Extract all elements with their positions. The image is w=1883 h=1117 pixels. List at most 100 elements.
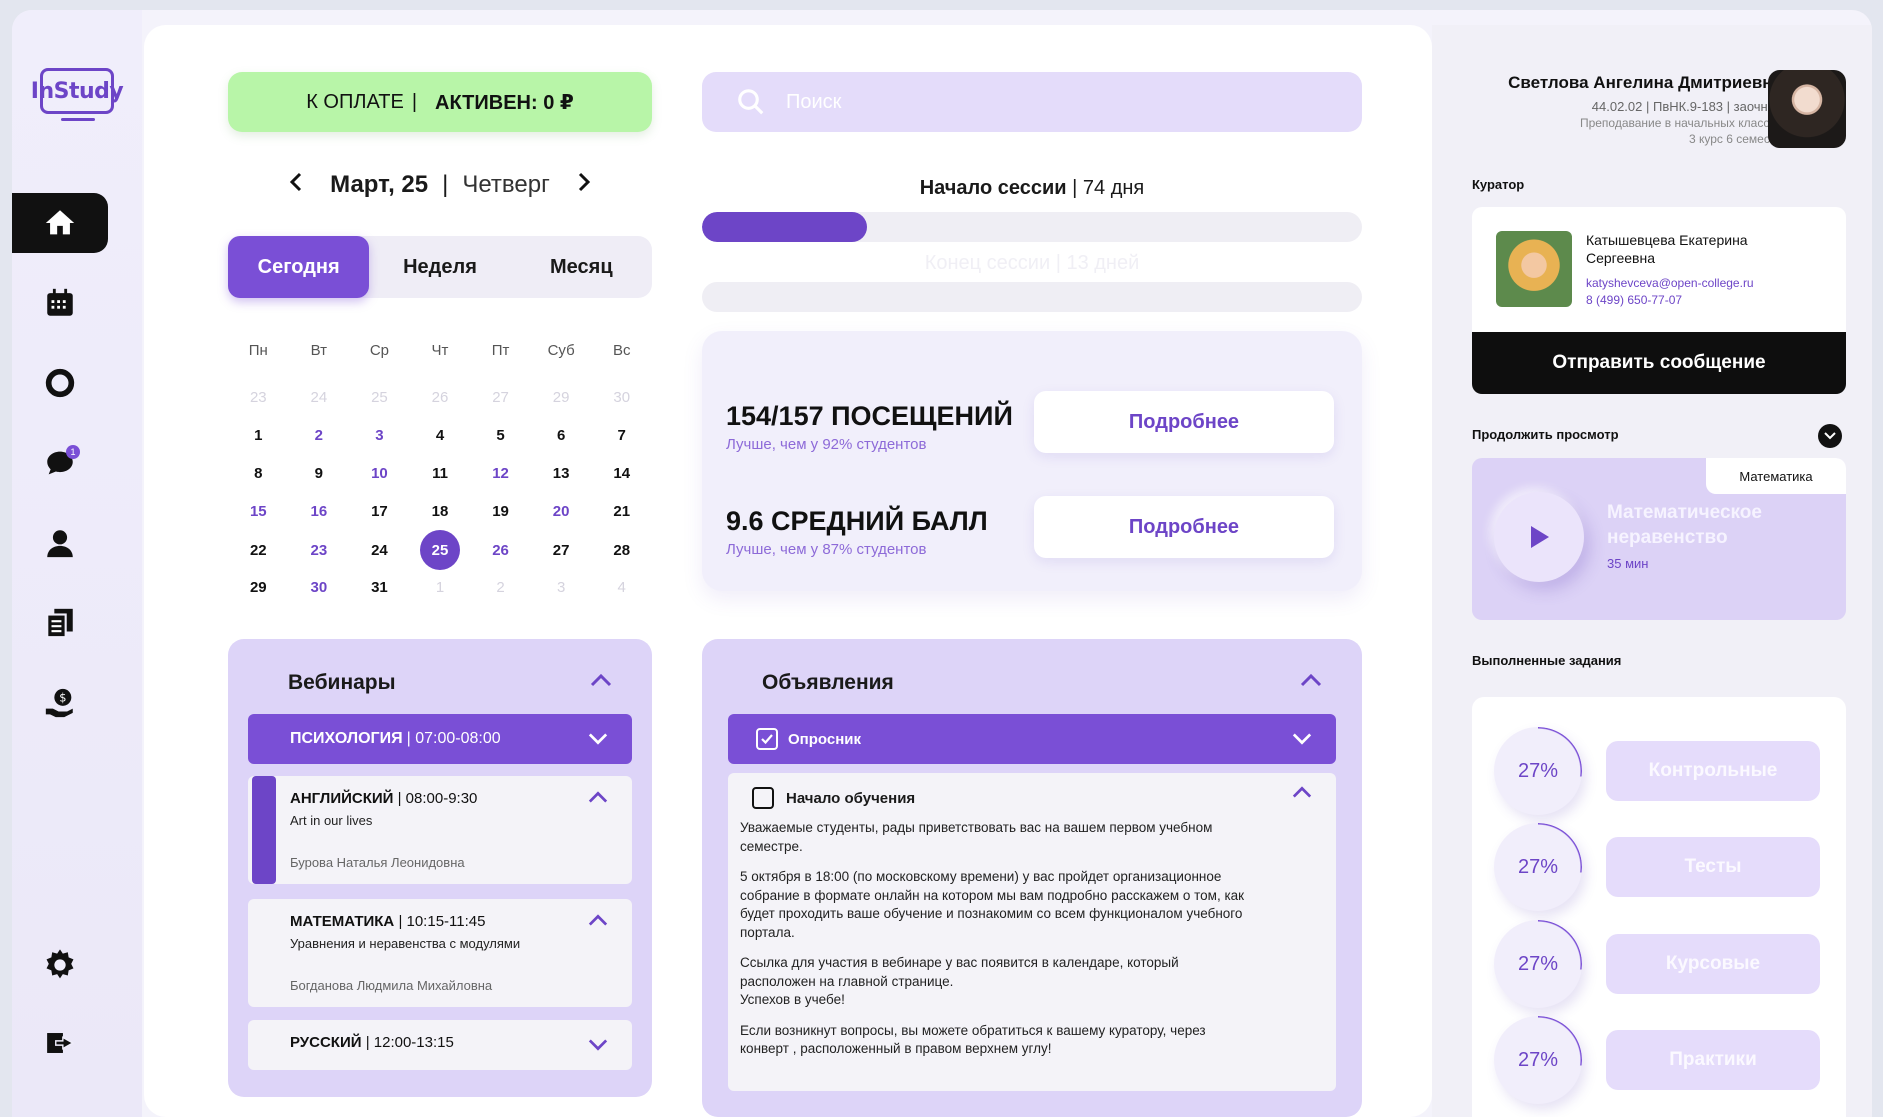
curator-email[interactable]: katyshevceva@open-college.ru bbox=[1586, 275, 1754, 292]
webinar-toggle[interactable] bbox=[588, 790, 608, 809]
next-day-button[interactable] bbox=[564, 171, 604, 199]
calendar-day[interactable]: 11 bbox=[410, 465, 471, 482]
calendar-day[interactable]: 29 bbox=[531, 389, 592, 406]
calendar-day[interactable]: 6 bbox=[531, 427, 592, 444]
calendar-day[interactable]: 2 bbox=[289, 427, 350, 444]
webinars-collapse-button[interactable] bbox=[590, 673, 612, 692]
logo[interactable]: InStudy bbox=[31, 68, 124, 121]
calendar-day[interactable]: 2 bbox=[470, 579, 531, 596]
webinar-toggle[interactable] bbox=[588, 913, 608, 932]
webinar-item-math[interactable]: МАТЕМАТИКА | 10:15-11:45 Уравнения и нер… bbox=[248, 899, 632, 1007]
stats-panel: 154/157 ПОСЕЩЕНИЙ Лучше, чем у 92% студе… bbox=[702, 331, 1362, 591]
calendar-day[interactable]: 13 bbox=[531, 465, 592, 482]
calendar-day-number: 14 bbox=[613, 464, 631, 482]
avatar[interactable] bbox=[1768, 70, 1846, 148]
search-input[interactable] bbox=[786, 90, 1286, 114]
calendar-day[interactable]: 19 bbox=[470, 503, 531, 520]
calendar-day[interactable]: 10 bbox=[349, 465, 410, 482]
calendar-day[interactable]: 31 bbox=[349, 579, 410, 596]
webinar-item-russian[interactable]: РУССКИЙ | 12:00-13:15 bbox=[248, 1020, 632, 1070]
announcement-toggle[interactable] bbox=[1292, 785, 1312, 804]
grade-details-button[interactable]: Подробнее bbox=[1034, 496, 1334, 558]
calendar-day[interactable]: 27 bbox=[470, 389, 531, 406]
coursework-button[interactable]: Курсовые bbox=[1606, 934, 1820, 994]
calendar-day[interactable]: 8 bbox=[228, 465, 289, 482]
calendar-day[interactable]: 21 bbox=[591, 503, 652, 520]
calendar-day[interactable]: 26 bbox=[410, 389, 471, 406]
tests-control-button[interactable]: Контрольные bbox=[1606, 741, 1820, 801]
calendar-day[interactable]: 24 bbox=[349, 542, 410, 559]
attendance-details-button[interactable]: Подробнее bbox=[1034, 391, 1334, 453]
calendar-day[interactable]: 23 bbox=[289, 542, 350, 559]
send-message-button[interactable]: Отправить сообщение bbox=[1472, 332, 1846, 394]
calendar-weekday: Пт bbox=[491, 341, 510, 359]
play-button[interactable] bbox=[1494, 492, 1584, 582]
curator-phone[interactable]: 8 (499) 650-77-07 bbox=[1586, 292, 1754, 309]
nav-calendar[interactable] bbox=[12, 273, 108, 333]
webinar-item-psychology[interactable]: ПСИХОЛОГИЯ | 07:00-08:00 bbox=[248, 714, 632, 764]
announcements-collapse-button[interactable] bbox=[1300, 673, 1322, 692]
tab-month[interactable]: Месяц bbox=[511, 236, 652, 298]
calendar-day[interactable]: 3 bbox=[531, 579, 592, 596]
calendar-weekday: Суб bbox=[547, 341, 575, 359]
month-calendar: Пн Вт Ср Чт Пт Суб Вс 23 24 25 26 27 29 30 1 2 3 4 5 6 7 8 9 1… bbox=[228, 330, 652, 606]
calendar-day[interactable]: 26 bbox=[470, 542, 531, 559]
calendar-day[interactable]: 7 bbox=[591, 427, 652, 444]
calendar-day-number: 23 bbox=[249, 388, 267, 406]
calendar-day[interactable]: 23 bbox=[228, 389, 289, 406]
calendar-day[interactable]: 12 bbox=[470, 465, 531, 482]
nav-courses[interactable] bbox=[12, 353, 108, 413]
payment-separator: | bbox=[411, 90, 418, 113]
calendar-day[interactable]: 20 bbox=[531, 503, 592, 520]
nav-profile[interactable] bbox=[12, 513, 108, 573]
prev-day-button[interactable] bbox=[276, 171, 316, 199]
webinar-subject: МАТЕМАТИКА bbox=[290, 913, 395, 930]
tests-button[interactable]: Тесты bbox=[1606, 837, 1820, 897]
payment-status[interactable]: К ОПЛАТЕ | АКТИВЕН: 0 ₽ bbox=[228, 72, 652, 132]
calendar-day[interactable]: 25 bbox=[349, 389, 410, 406]
practice-button[interactable]: Практики bbox=[1606, 1030, 1820, 1090]
nav-chat[interactable]: 1 bbox=[12, 433, 108, 493]
continue-video-card[interactable]: Математика Математическое неравенство 35… bbox=[1472, 458, 1846, 620]
continue-watching-dropdown[interactable] bbox=[1818, 424, 1842, 448]
calendar-day[interactable]: 1 bbox=[228, 427, 289, 444]
calendar-day[interactable]: 5 bbox=[470, 427, 531, 444]
calendar-day[interactable]: 4 bbox=[410, 427, 471, 444]
session-start-progress-fill bbox=[702, 212, 867, 242]
calendar-day[interactable]: 18 bbox=[410, 503, 471, 520]
calendar-day[interactable]: 24 bbox=[289, 389, 350, 406]
calendar-day-number: 12 bbox=[492, 464, 509, 482]
nav-home[interactable] bbox=[12, 193, 108, 253]
nav-support[interactable]: $ bbox=[12, 673, 108, 733]
webinar-toggle[interactable] bbox=[588, 1038, 608, 1057]
announcement-item-survey[interactable]: Опросник bbox=[728, 714, 1336, 764]
webinar-item-english[interactable]: АНГЛИЙСКИЙ | 08:00-9:30 Art in our lives… bbox=[248, 776, 632, 884]
calendar-day[interactable]: 4 bbox=[591, 579, 652, 596]
nav-settings[interactable] bbox=[12, 935, 108, 995]
calendar-day[interactable]: 16 bbox=[289, 503, 350, 520]
calendar-day[interactable]: 17 bbox=[349, 503, 410, 520]
nav-logout[interactable] bbox=[12, 1013, 108, 1073]
calendar-day-today[interactable]: 25 bbox=[410, 530, 471, 570]
calendar-day[interactable]: 3 bbox=[349, 427, 410, 444]
calendar-day[interactable]: 30 bbox=[289, 579, 350, 596]
search-bar[interactable] bbox=[702, 72, 1362, 132]
current-date: Март, 25 bbox=[330, 171, 429, 198]
calendar-day[interactable]: 29 bbox=[228, 579, 289, 596]
calendar-weekday: Пн bbox=[248, 341, 268, 359]
webinar-tutor: Бурова Наталья Леонидовна bbox=[290, 855, 465, 870]
tab-week[interactable]: Неделя bbox=[369, 236, 510, 298]
tab-today[interactable]: Сегодня bbox=[228, 236, 370, 298]
calendar-day[interactable]: 15 bbox=[228, 503, 289, 520]
nav-documents[interactable] bbox=[12, 593, 108, 653]
calendar-day[interactable]: 1 bbox=[410, 579, 471, 596]
calendar-day[interactable]: 28 bbox=[591, 542, 652, 559]
calendar-day[interactable]: 9 bbox=[289, 465, 350, 482]
checkbox-unchecked[interactable] bbox=[752, 787, 774, 809]
calendar-day[interactable]: 30 bbox=[591, 389, 652, 406]
checkbox-checked[interactable] bbox=[756, 728, 778, 750]
calendar-day[interactable]: 27 bbox=[531, 542, 592, 559]
calendar-day-number: 25 bbox=[419, 530, 460, 570]
calendar-day[interactable]: 14 bbox=[591, 465, 652, 482]
calendar-day[interactable]: 22 bbox=[228, 542, 289, 559]
